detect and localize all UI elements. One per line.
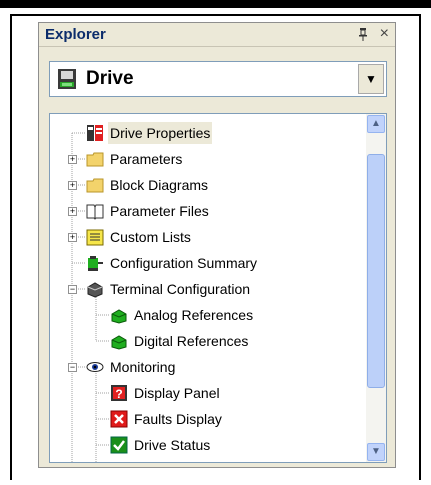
tree-item-label: Configuration Summary <box>110 255 258 271</box>
display-panel-icon: ? <box>111 385 127 401</box>
green-block-icon <box>111 335 127 350</box>
scroll-up-button[interactable]: ▲ <box>367 115 385 133</box>
tree-item-label: Faults Display <box>134 411 222 427</box>
checkmark-icon <box>110 436 128 454</box>
list-icon <box>86 229 104 246</box>
pin-icon[interactable] <box>357 27 369 41</box>
scroll-thumb[interactable] <box>367 154 385 388</box>
fault-x-icon <box>110 410 128 428</box>
green-block-icon <box>111 309 127 324</box>
tree-expander[interactable]: − <box>68 285 77 294</box>
tree-item-label: Custom Lists <box>110 229 191 245</box>
configuration-icon <box>88 256 103 271</box>
drive-selector[interactable]: Drive ▼ <box>49 61 387 97</box>
faults-log-icon <box>110 462 128 463</box>
explorer-panel: Explorer × Drive ▼ ▲ ▼ Drive Properties P… <box>38 22 396 468</box>
tree-item-label: Analog References <box>134 307 254 323</box>
tree-item-label: Display Panel <box>134 385 220 401</box>
folder-icon <box>86 152 104 167</box>
tree-item-label: Block Diagrams <box>110 177 209 193</box>
tree-expander[interactable]: + <box>68 207 77 216</box>
tree-expander[interactable]: + <box>68 181 77 190</box>
tree-expander[interactable]: + <box>68 155 77 164</box>
eye-icon <box>86 362 104 372</box>
tree-item-label: Terminal Configuration <box>110 281 251 297</box>
drive-properties-icon <box>87 125 103 141</box>
scroll-down-button[interactable]: ▼ <box>367 443 385 461</box>
drive-selector-value: Drive <box>86 68 134 89</box>
panel-title: Explorer <box>39 23 395 47</box>
folder-icon <box>86 178 104 193</box>
drive-icon <box>58 69 76 89</box>
page-top-rule <box>0 0 431 8</box>
tree-item-label: Parameters <box>110 151 183 167</box>
tree-item-label: Monitoring <box>110 359 176 375</box>
tree-item-label: Drive Properties <box>108 122 213 144</box>
dropdown-arrow-button[interactable]: ▼ <box>358 64 384 94</box>
svg-text:?: ? <box>115 387 122 401</box>
tree-item-label: Digital References <box>134 333 249 349</box>
terminal-icon <box>87 282 103 298</box>
tree-expander[interactable]: − <box>68 363 77 372</box>
book-icon <box>86 204 104 220</box>
explorer-tree[interactable]: ▲ ▼ Drive Properties Parameters + Block Dia… <box>49 113 387 463</box>
tree-expander[interactable]: + <box>68 233 77 242</box>
tree-item-label: Drive Status <box>134 437 211 453</box>
tree-item-label: Parameter Files <box>110 203 209 219</box>
vertical-scrollbar[interactable]: ▲ ▼ <box>366 114 386 462</box>
tree-item-label: Faults Log <box>132 460 201 462</box>
close-icon[interactable]: × <box>380 26 389 42</box>
